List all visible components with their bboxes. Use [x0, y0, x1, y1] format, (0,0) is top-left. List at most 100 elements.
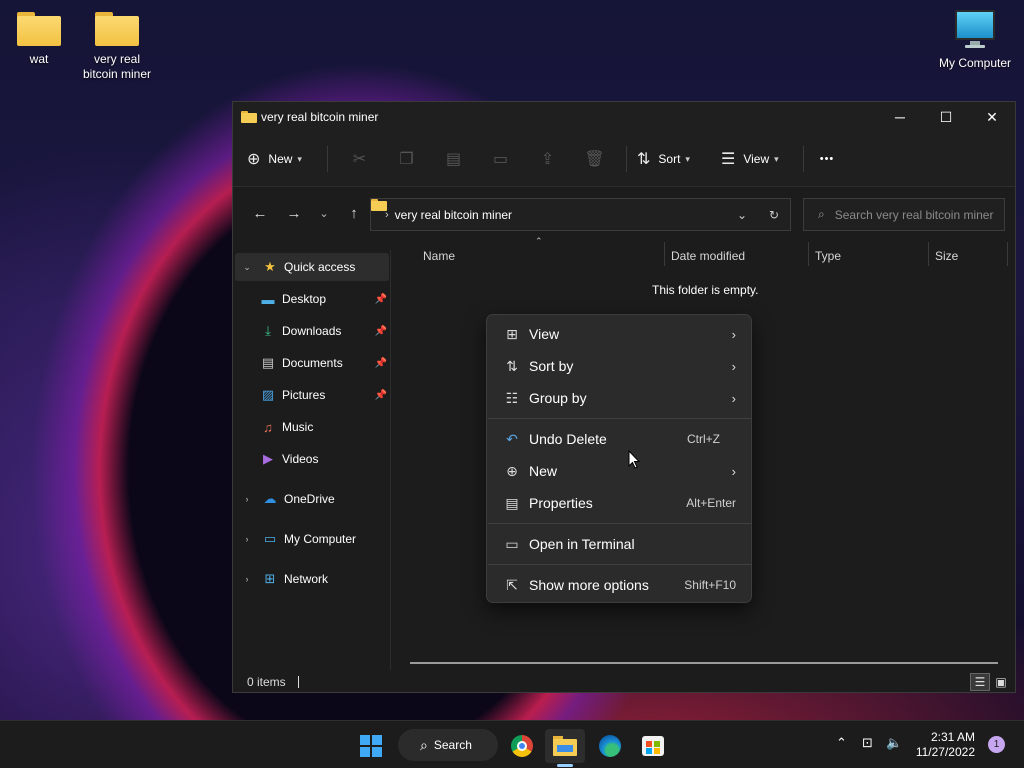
taskbar-edge[interactable] [590, 729, 630, 763]
nav-label: Documents [282, 356, 343, 370]
maximize-button[interactable]: ☐ [923, 102, 969, 132]
copy-button[interactable]: ❐ [383, 143, 430, 175]
taskbar: ⌕ Search ⌃ ⊡ 🔈 2:31 AM 11/27/2022 1 [0, 720, 1024, 768]
sort-button[interactable]: ⇅ Sort ▾ [635, 143, 715, 175]
document-icon: ▤ [261, 355, 275, 370]
view-label: View [743, 152, 770, 166]
column-divider[interactable] [928, 242, 929, 266]
volume-icon[interactable]: 🔈 [886, 735, 902, 751]
chevron-right-icon[interactable]: › [235, 574, 259, 584]
column-header-date-modified[interactable]: Date modified [671, 244, 745, 268]
edge-icon [599, 735, 621, 757]
music-icon: ♫ [263, 419, 273, 435]
menu-item-show-more-options[interactable]: ⇱ Show more options Shift+F10 [491, 570, 748, 600]
taskbar-store[interactable] [633, 729, 673, 763]
rename-button[interactable]: ▭ [477, 143, 524, 175]
chevron-down-icon: ⌄ [319, 207, 329, 220]
clock-time: 2:31 AM [930, 730, 975, 744]
nav-network[interactable]: › ⊞ Network [235, 565, 389, 593]
details-view-button[interactable]: ☰ [970, 673, 990, 691]
desktop-icon-bitcoin-miner[interactable]: very real bitcoin miner [76, 12, 158, 82]
view-button[interactable]: ☰ View ▾ [715, 143, 795, 175]
divider [803, 146, 804, 172]
column-header-type[interactable]: Type [815, 244, 841, 268]
menu-item-new[interactable]: ⊕ New › [491, 456, 748, 486]
menu-item-undo-delete[interactable]: ↶ Undo Delete Ctrl+Z [491, 424, 748, 454]
title-bar[interactable]: very real bitcoin miner ─ ☐ ✕ [233, 102, 1015, 132]
refresh-icon[interactable]: ↻ [758, 208, 790, 222]
large-icons-view-button[interactable]: ▣ [991, 673, 1011, 691]
chevron-down-icon[interactable]: ⌄ [726, 208, 758, 222]
rename-icon: ▭ [492, 151, 509, 168]
terminal-icon: ▭ [505, 535, 519, 552]
column-divider[interactable] [808, 242, 809, 266]
pin-icon: 📌 [374, 325, 387, 337]
nav-onedrive[interactable]: › ☁ OneDrive [235, 485, 389, 513]
taskbar-chrome[interactable] [502, 729, 542, 763]
search-placeholder: Search very real bitcoin miner [834, 207, 994, 222]
back-button[interactable]: ← [243, 197, 277, 229]
chevron-right-icon[interactable]: › [235, 494, 259, 504]
nav-label: Videos [282, 452, 319, 466]
menu-item-properties[interactable]: ▤ Properties Alt+Enter [491, 488, 748, 518]
address-bar[interactable]: › very real bitcoin miner ⌄ ↻ [370, 198, 791, 231]
desktop-icon-wat[interactable]: wat [0, 12, 80, 67]
nav-downloads[interactable]: ⤓ Downloads 📌 [235, 317, 389, 345]
pin-icon: 📌 [374, 293, 387, 305]
computer-icon: ▭ [263, 531, 277, 546]
nav-documents[interactable]: ▤ Documents 📌 [235, 349, 389, 377]
chevron-right-icon: › [731, 326, 736, 342]
nav-videos[interactable]: ▶ Videos [235, 445, 389, 473]
menu-item-group-by[interactable]: ☷ Group by › [491, 383, 748, 413]
desktop-icon: ▬ [261, 291, 275, 307]
chevron-up-icon[interactable]: ⌃ [836, 735, 847, 751]
new-button[interactable]: ⊕ New ▾ [247, 143, 319, 175]
nav-label: Pictures [282, 388, 326, 402]
folder-icon [95, 12, 139, 46]
nav-music[interactable]: ♫ Music [235, 413, 389, 441]
column-header-size[interactable]: Size [935, 244, 958, 268]
nav-desktop[interactable]: ▬ Desktop 📌 [235, 285, 389, 313]
taskbar-file-explorer[interactable] [545, 729, 585, 763]
taskbar-search-button[interactable]: ⌕ Search [398, 729, 498, 761]
cloud-icon: ☁ [263, 491, 277, 506]
notification-badge[interactable]: 1 [988, 736, 1005, 753]
delete-button[interactable]: 🗑 [571, 143, 618, 175]
start-button[interactable] [351, 729, 391, 763]
paste-button[interactable]: ▤ [430, 143, 477, 175]
taskbar-clock[interactable]: 2:31 AM 11/27/2022 [905, 730, 975, 760]
search-input[interactable]: ⌕ Search very real bitcoin miner [803, 198, 1005, 231]
close-button[interactable]: ✕ [969, 102, 1015, 132]
more-options-button[interactable]: ••• [812, 143, 842, 175]
folder-icon [17, 12, 61, 46]
divider [297, 676, 299, 688]
menu-item-sort-by[interactable]: ⇅ Sort by › [491, 351, 748, 381]
video-icon: ▶ [263, 451, 273, 466]
column-divider[interactable] [1007, 242, 1008, 266]
column-header-name[interactable]: Name [423, 244, 455, 268]
forward-button[interactable]: → [277, 197, 311, 229]
up-button[interactable]: ↑ [337, 197, 371, 229]
column-divider[interactable] [664, 242, 665, 266]
recent-locations-button[interactable]: ⌄ [311, 197, 337, 229]
menu-item-label: Undo Delete [529, 431, 607, 447]
share-button[interactable]: ⇪ [524, 143, 571, 175]
desktop-icon-my-computer[interactable]: My Computer [934, 10, 1016, 71]
network-status-icon[interactable]: ⊡ [862, 735, 873, 751]
status-bar: 0 items [233, 670, 1015, 694]
menu-item-view[interactable]: ⊞ View › [491, 319, 748, 349]
cut-button[interactable]: ✂ [336, 143, 383, 175]
horizontal-scrollbar[interactable] [410, 662, 998, 664]
nav-my-computer[interactable]: › ▭ My Computer [235, 525, 389, 553]
minimize-button[interactable]: ─ [877, 102, 923, 132]
menu-item-label: Sort by [529, 358, 574, 374]
chevron-right-icon[interactable]: › [235, 534, 259, 544]
chevron-right-icon: › [731, 463, 736, 479]
menu-item-open-in-terminal[interactable]: ▭ Open in Terminal [491, 529, 748, 559]
download-icon: ⤓ [265, 323, 271, 338]
view-lines-icon: ☰ [721, 151, 736, 168]
chevron-down-icon[interactable]: ⌄ [235, 262, 259, 273]
divider [626, 146, 627, 172]
nav-quick-access[interactable]: ⌄ ★ Quick access [235, 253, 389, 281]
nav-pictures[interactable]: ▨ Pictures 📌 [235, 381, 389, 409]
